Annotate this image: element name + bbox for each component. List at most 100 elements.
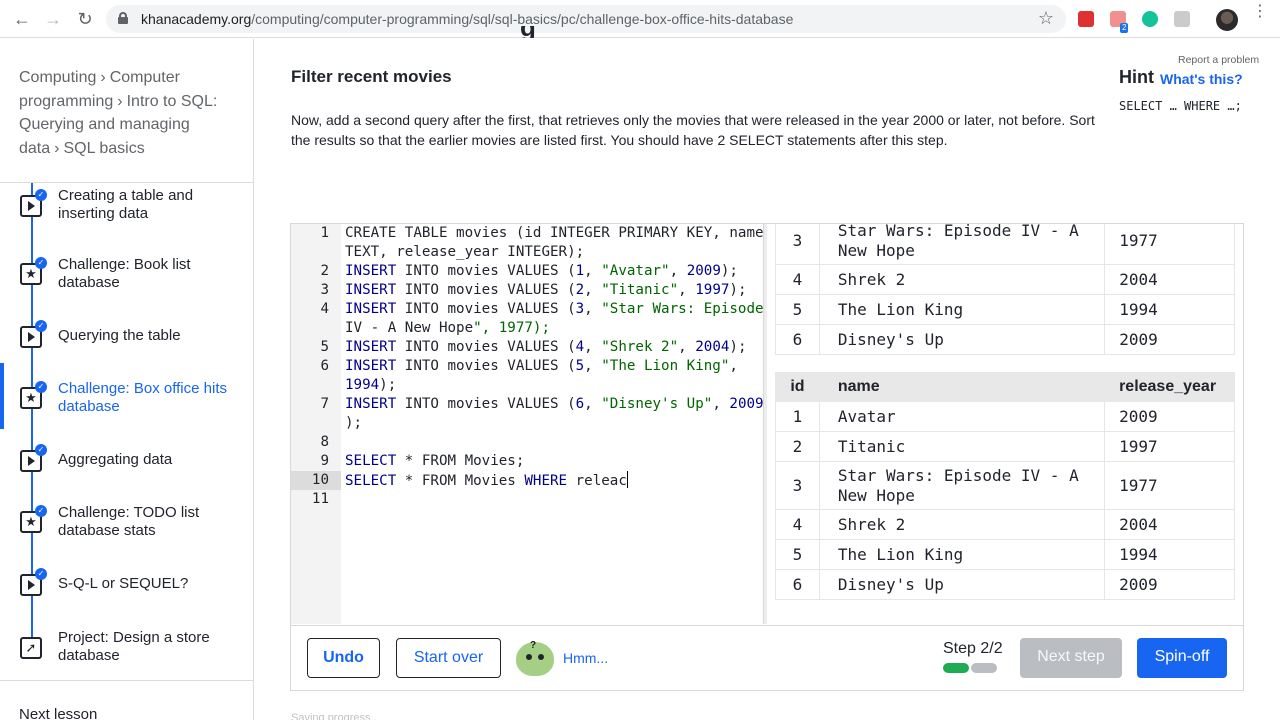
table-cell: 2009: [1104, 324, 1235, 355]
saving-status: Saving progress...: [291, 712, 380, 720]
code-line[interactable]: CREATE TABLE movies (id INTEGER PRIMARY …: [345, 224, 764, 243]
table-row: 3 Star Wars: Episode IV - A New Hope 1977: [775, 224, 1235, 265]
sidebar-item-box-office[interactable]: ★ ✓ Challenge: Box office hits database: [0, 379, 254, 419]
hint-code: SELECT … WHERE …;: [1119, 99, 1242, 113]
url-text[interactable]: khanacademy.org/computing/computer-progr…: [141, 11, 793, 27]
next-step-button[interactable]: Next step: [1020, 638, 1122, 678]
table-cell: Disney's Up: [818, 569, 1106, 600]
sidebar-item-book-list[interactable]: ★ ✓ Challenge: Book list database: [0, 255, 254, 295]
hint-label: Hint: [1119, 67, 1154, 87]
line-number: 5: [320, 339, 329, 355]
line-number: 11: [311, 491, 329, 507]
breadcrumb: Computing › Computer programming › Intro to …: [19, 69, 218, 157]
sidebar-item-querying-table[interactable]: ✓ Querying the table: [0, 320, 254, 363]
table-cell: 1994: [1104, 294, 1235, 325]
sidebar-item-creating-table[interactable]: ✓ Creating a table and inserting data: [0, 187, 254, 227]
line-number: 4: [320, 301, 329, 317]
code-line[interactable]: );: [345, 414, 362, 433]
report-problem-link[interactable]: Report a problem: [1178, 54, 1259, 66]
page-title-fragment: g: [520, 26, 538, 38]
results-pane: 3 Star Wars: Episode IV - A New Hope 1977 4…: [767, 224, 1243, 624]
completed-check-icon: ✓: [35, 189, 47, 201]
code-line[interactable]: INSERT INTO movies VALUES (5, "The Lion …: [345, 357, 738, 376]
table-cell: 6: [775, 324, 820, 355]
forward-arrow-icon[interactable]: →: [43, 9, 63, 29]
extension-grey-icon[interactable]: [1174, 11, 1190, 27]
sidebar-item-label: Creating a table and inserting data: [58, 187, 194, 222]
sidebar-item-todo-list[interactable]: ★ ✓ Challenge: TODO list database stats: [0, 503, 254, 543]
address-bar[interactable]: khanacademy.org/computing/computer-progr…: [106, 5, 1066, 33]
code-line[interactable]: 1994);: [345, 376, 396, 395]
sidebar-divider: [0, 680, 254, 681]
code-editor[interactable]: 1 2 3 4 5 6 7 8 9 10 11 CREATE TABLE movies (id IN…: [291, 224, 764, 624]
next-lesson-link[interactable]: Next lesson: [19, 706, 97, 720]
table-cell: 4: [775, 264, 820, 295]
table-row: 2 Titanic 1997: [775, 431, 1235, 462]
code-line[interactable]: INSERT INTO movies VALUES (2, "Titanic",…: [345, 281, 747, 300]
code-line[interactable]: IV - A New Hope", 1977);: [345, 319, 550, 338]
table-cell: 1: [775, 401, 820, 432]
hmm-link[interactable]: Hmm...: [563, 650, 608, 666]
line-number: 10: [311, 472, 329, 488]
extension-red-icon[interactable]: [1078, 11, 1094, 27]
code-line[interactable]: INSERT INTO movies VALUES (1, "Avatar", …: [345, 262, 738, 281]
table-cell: 1977: [1104, 224, 1235, 265]
menu-kebab-icon[interactable]: ⋮: [1252, 4, 1268, 20]
sidebar-item-sql-sequel[interactable]: ✓ S-Q-L or SEQUEL?: [0, 568, 254, 611]
column-header: name: [818, 372, 1106, 402]
table-row: 3 Star Wars: Episode IV - A New Hope 1977: [775, 461, 1235, 510]
table-cell: 2004: [1104, 509, 1235, 540]
reload-icon[interactable]: ↻: [75, 9, 95, 29]
completed-check-icon: ✓: [35, 381, 47, 393]
table-cell: 2: [775, 431, 820, 462]
table-row: 5 The Lion King 1994: [775, 539, 1235, 570]
code-line[interactable]: INSERT INTO movies VALUES (4, "Shrek 2",…: [345, 338, 747, 357]
table-cell: Star Wars: Episode IV - A New Hope: [818, 461, 1106, 510]
table-cell: The Lion King: [818, 294, 1106, 325]
table-row: 6 Disney's Up 2009: [775, 324, 1235, 355]
bookmark-star-icon[interactable]: ☆: [1038, 8, 1054, 29]
table-cell: 1977: [1104, 461, 1235, 510]
whats-this-link[interactable]: What's this?: [1160, 71, 1243, 87]
table-cell: 2009: [1104, 401, 1235, 432]
spin-off-button[interactable]: Spin-off: [1137, 638, 1227, 678]
project-rocket-icon: ➚: [20, 637, 42, 659]
step-progress-bar: [943, 663, 997, 673]
code-line[interactable]: TEXT, release_year INTEGER);: [345, 243, 584, 262]
sidebar-item-store-project[interactable]: ➚ Project: Design a store database: [0, 629, 254, 669]
sidebar-item-label: Challenge: Book list database: [58, 256, 191, 291]
breadcrumb-sql-basics[interactable]: SQL basics: [63, 140, 144, 157]
column-header: release_year: [1104, 372, 1235, 402]
table-cell: 1994: [1104, 539, 1235, 570]
table-cell: Disney's Up: [818, 324, 1106, 355]
code-line[interactable]: INSERT INTO movies VALUES (6, "Disney's …: [345, 395, 764, 414]
profile-avatar[interactable]: [1216, 9, 1238, 31]
breadcrumb-computing[interactable]: Computing: [19, 69, 96, 86]
undo-button[interactable]: Undo: [307, 638, 380, 678]
start-over-button[interactable]: Start over: [396, 638, 501, 678]
code-line[interactable]: INSERT INTO movies VALUES (3, "Star Wars…: [345, 300, 764, 319]
step-counter: Step 2/2: [943, 640, 1003, 657]
results-table-1: 3 Star Wars: Episode IV - A New Hope 1977 4…: [775, 224, 1235, 355]
sidebar-item-aggregating[interactable]: ✓ Aggregating data: [0, 444, 254, 487]
sidebar-item-label: S-Q-L or SEQUEL?: [58, 575, 189, 592]
line-number: 7: [320, 396, 329, 412]
sidebar-item-label: Challenge: TODO list database stats: [58, 504, 200, 539]
line-number: 3: [320, 282, 329, 298]
table-cell: Shrek 2: [818, 264, 1106, 295]
extension-badge: 2: [1120, 23, 1129, 33]
table-row: 1 Avatar 2009: [775, 401, 1235, 432]
completed-check-icon: ✓: [35, 568, 47, 580]
grammarly-icon[interactable]: [1142, 11, 1158, 27]
back-arrow-icon[interactable]: ←: [12, 9, 32, 29]
hmm-mascot-icon: ?: [516, 640, 554, 676]
table-cell: 3: [775, 224, 820, 265]
code-line[interactable]: SELECT * FROM Movies WHERE releac: [345, 471, 629, 491]
column-header: id: [775, 372, 820, 402]
completed-check-icon: ✓: [35, 320, 47, 332]
table-cell: 3: [775, 461, 820, 510]
table-row: 4 Shrek 2 2004: [775, 509, 1235, 540]
lock-icon: [118, 12, 128, 24]
code-line[interactable]: SELECT * FROM Movies;: [345, 452, 524, 471]
line-number: 2: [320, 263, 329, 279]
